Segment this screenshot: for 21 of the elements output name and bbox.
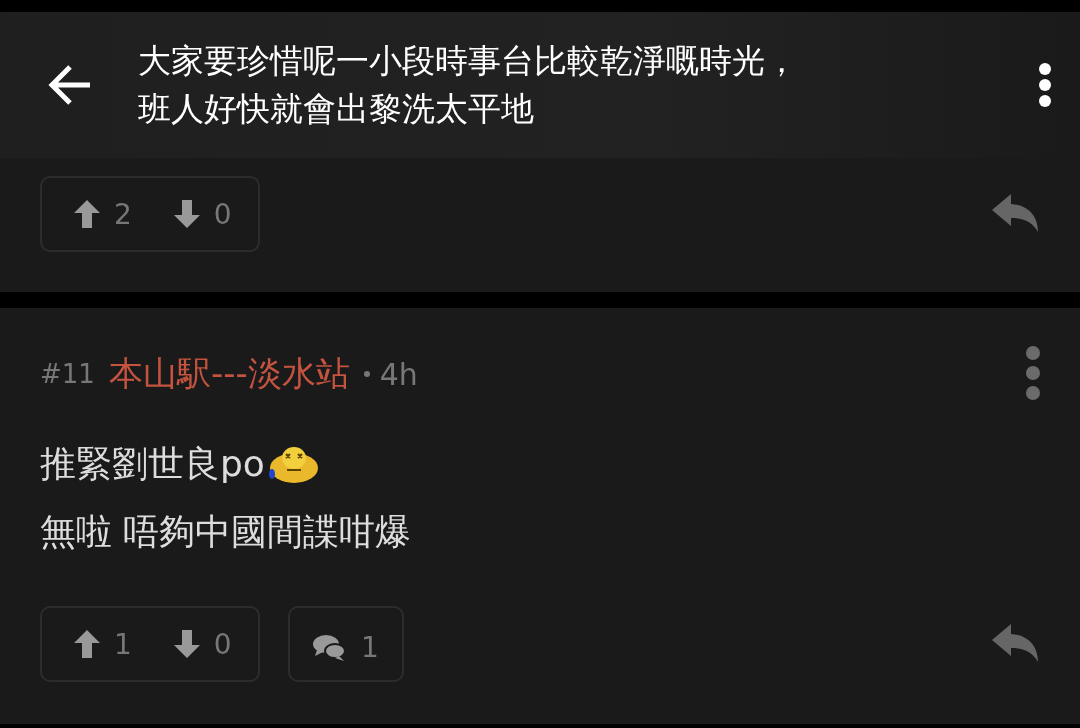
- downvote-button[interactable]: 0: [173, 627, 232, 661]
- downvote-button[interactable]: 0: [173, 197, 232, 231]
- reply-button[interactable]: [992, 624, 1040, 664]
- upvote-button[interactable]: 1: [74, 627, 132, 661]
- arrow-down-icon: [173, 200, 200, 228]
- arrow-down-icon: [173, 630, 200, 658]
- post-text: 推緊劉世良po: [40, 442, 265, 486]
- arrow-up-icon: [74, 630, 100, 658]
- arrow-up-icon: [74, 200, 100, 228]
- post-text: 無啦 唔夠中國間諜咁爆: [40, 510, 412, 554]
- more-options-button[interactable]: [1038, 63, 1052, 107]
- post-time: 4h: [379, 356, 418, 392]
- chat-bubbles-icon: [313, 633, 346, 662]
- dot-separator-icon: [363, 371, 370, 377]
- reply-button[interactable]: [992, 194, 1040, 234]
- replies-button[interactable]: 1: [288, 606, 404, 682]
- thread-title: 大家要珍惜呢一小段時事台比較乾淨嘅時光， 班人好快就會出黎洗太平地: [138, 40, 799, 130]
- author-link[interactable]: 本山駅---淡水站: [108, 351, 350, 397]
- upvote-button[interactable]: 2: [74, 197, 132, 231]
- back-button[interactable]: [48, 65, 92, 105]
- post-number: #11: [40, 359, 95, 389]
